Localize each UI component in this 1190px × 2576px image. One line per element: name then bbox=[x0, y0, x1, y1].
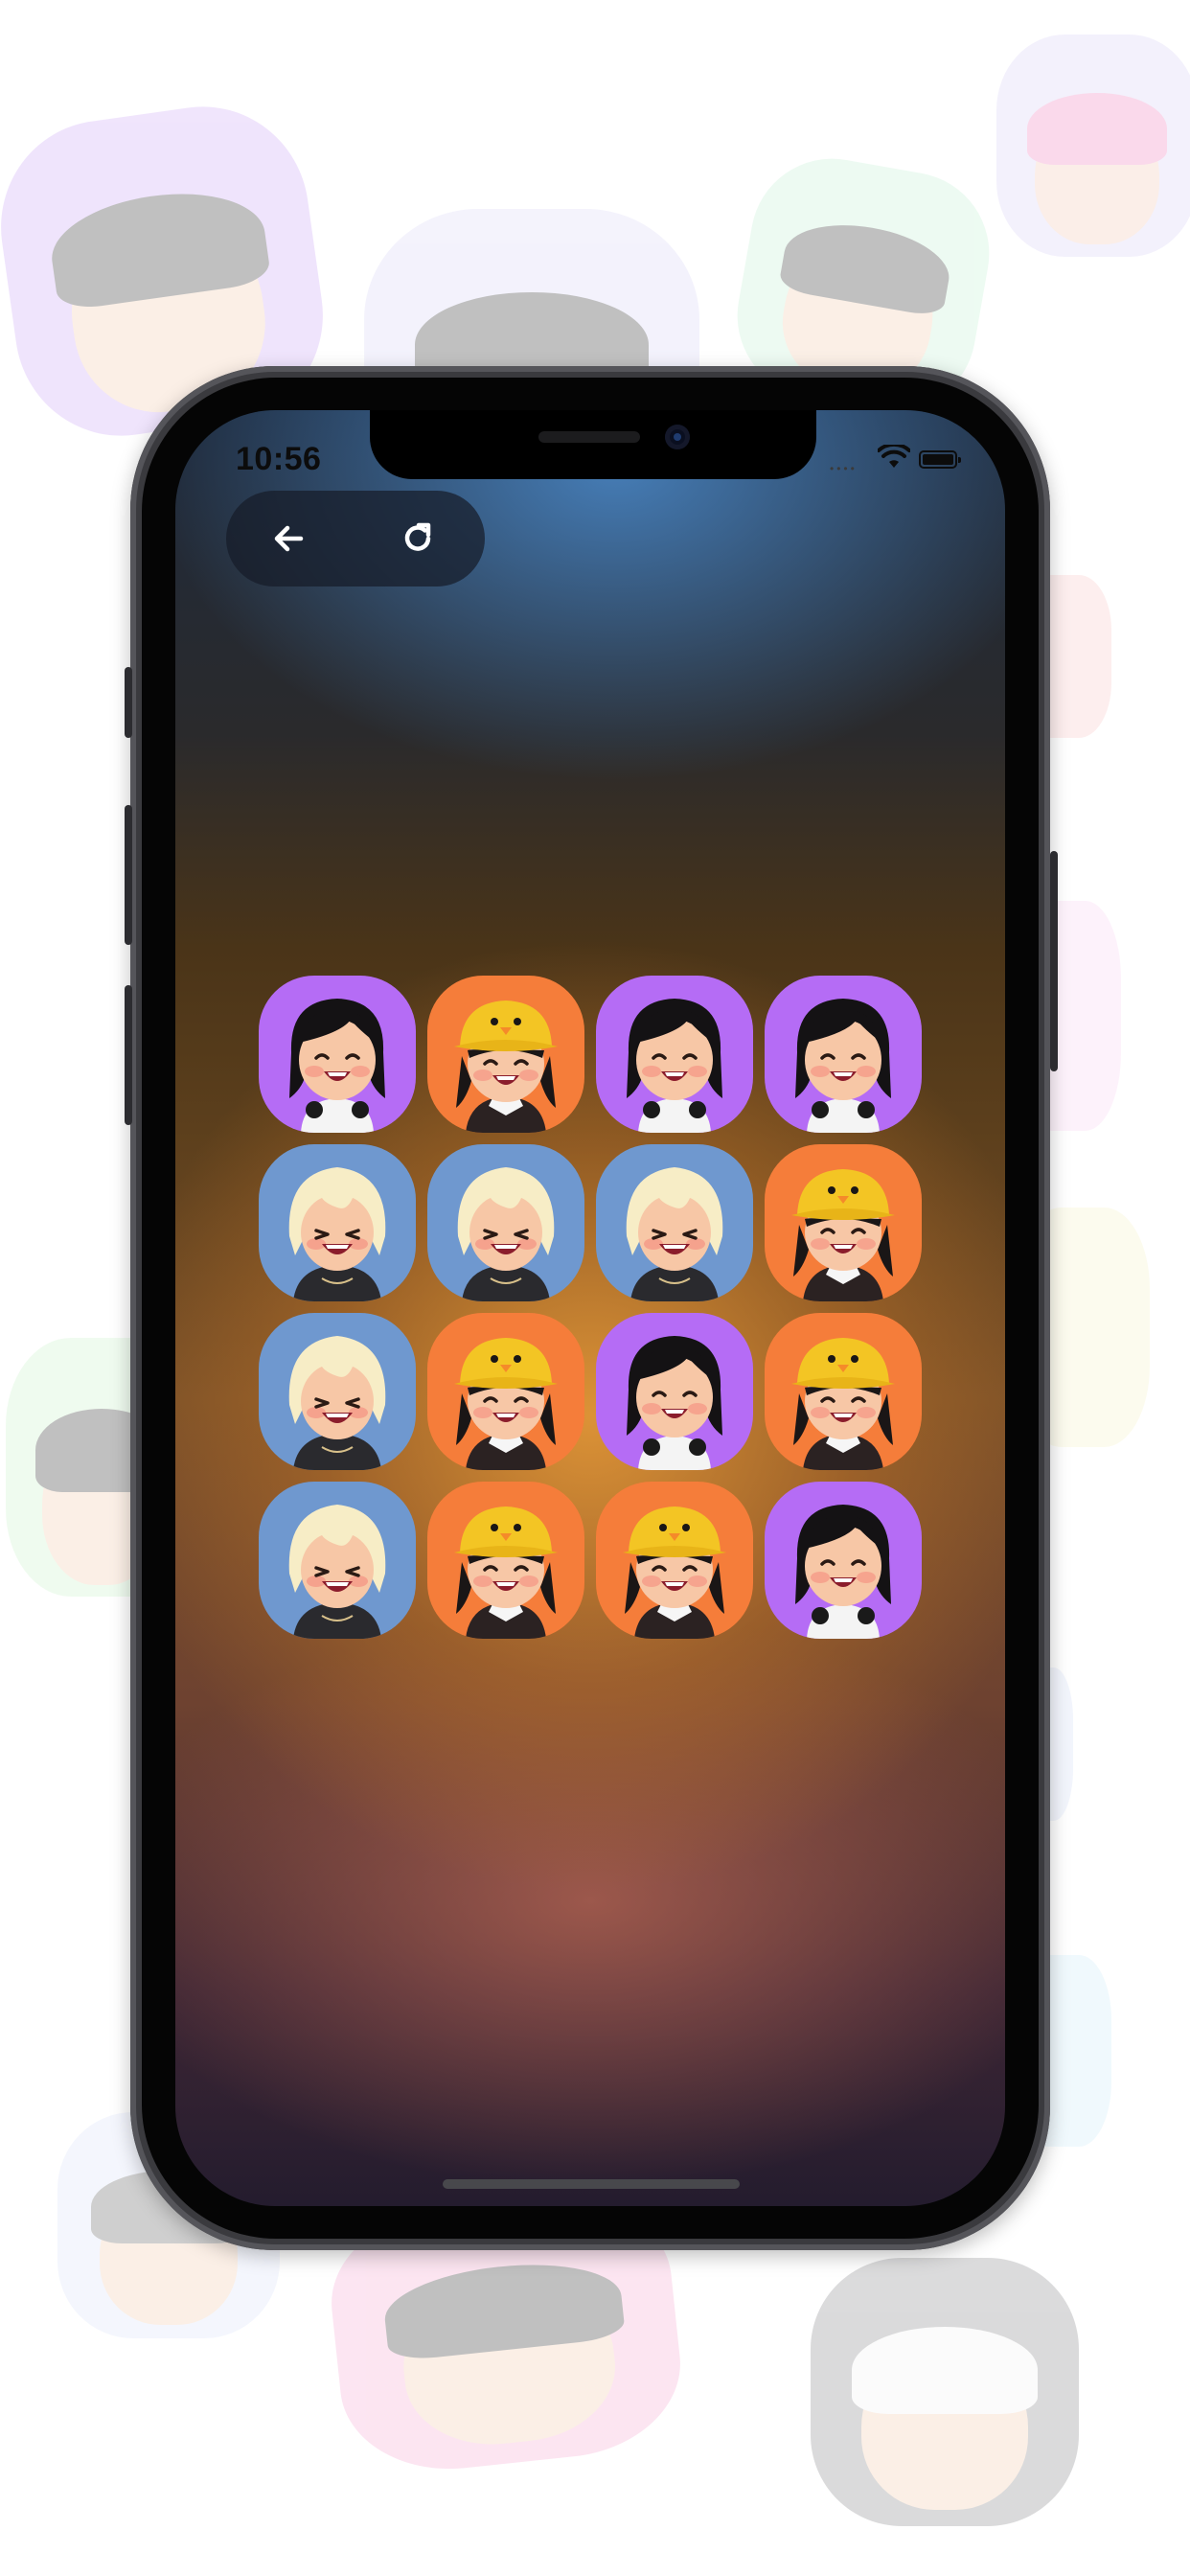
card-orange-duck-hat-r3c4[interactable] bbox=[765, 1313, 922, 1470]
purple-girl-avatar-icon bbox=[795, 999, 891, 1133]
notch bbox=[370, 410, 816, 479]
card-purple-girl-r1c3[interactable] bbox=[596, 976, 753, 1133]
bg-avatar-4 bbox=[996, 34, 1190, 257]
home-indicator[interactable] bbox=[443, 2179, 740, 2189]
cellular-dots-icon: •••• bbox=[830, 462, 858, 475]
card-blue-blond-r2c3[interactable] bbox=[596, 1144, 753, 1301]
memory-card-grid bbox=[259, 976, 922, 1639]
power-button bbox=[1050, 851, 1058, 1071]
silent-switch bbox=[125, 667, 132, 738]
blue-blond-avatar-icon bbox=[288, 1336, 386, 1470]
status-time: 10:56 bbox=[236, 441, 322, 477]
card-orange-duck-hat-r1c2[interactable] bbox=[427, 976, 584, 1133]
purple-girl-avatar-icon bbox=[627, 1336, 722, 1470]
card-purple-girl-r1c1[interactable] bbox=[259, 976, 416, 1133]
wifi-icon bbox=[877, 442, 911, 474]
blue-blond-avatar-icon bbox=[457, 1167, 555, 1301]
purple-girl-avatar-icon bbox=[795, 1505, 891, 1639]
card-blue-blond-r2c2[interactable] bbox=[427, 1144, 584, 1301]
purple-girl-avatar-icon bbox=[289, 999, 385, 1133]
blue-blond-avatar-icon bbox=[288, 1167, 386, 1301]
arrow-left-icon bbox=[274, 525, 304, 552]
speaker-grille bbox=[538, 431, 640, 443]
orange-duck-hat-avatar-icon bbox=[454, 1000, 558, 1133]
battery-icon bbox=[919, 450, 961, 469]
card-orange-duck-hat-r2c4[interactable] bbox=[765, 1144, 922, 1301]
front-camera bbox=[665, 425, 690, 449]
orange-duck-hat-avatar-icon bbox=[454, 1338, 558, 1470]
card-blue-blond-r4c1[interactable] bbox=[259, 1482, 416, 1639]
card-purple-girl-r1c4[interactable] bbox=[765, 976, 922, 1133]
orange-duck-hat-avatar-icon bbox=[454, 1506, 558, 1639]
volume-down-button bbox=[125, 985, 132, 1125]
card-orange-duck-hat-r4c3[interactable] bbox=[596, 1482, 753, 1639]
card-purple-girl-r3c3[interactable] bbox=[596, 1313, 753, 1470]
refresh-icon bbox=[404, 522, 431, 551]
blue-blond-avatar-icon bbox=[288, 1505, 386, 1639]
bg-avatar-13 bbox=[811, 2258, 1079, 2526]
card-blue-blond-r2c1[interactable] bbox=[259, 1144, 416, 1301]
card-purple-girl-r4c4[interactable] bbox=[765, 1482, 922, 1639]
orange-duck-hat-avatar-icon bbox=[791, 1169, 895, 1301]
restart-button[interactable] bbox=[389, 510, 446, 567]
orange-duck-hat-avatar-icon bbox=[623, 1506, 726, 1639]
volume-up-button bbox=[125, 805, 132, 945]
game-toolbar bbox=[226, 491, 485, 586]
card-orange-duck-hat-r4c2[interactable] bbox=[427, 1482, 584, 1639]
blue-blond-avatar-icon bbox=[626, 1167, 723, 1301]
back-button[interactable] bbox=[261, 510, 318, 567]
card-orange-duck-hat-r3c2[interactable] bbox=[427, 1313, 584, 1470]
card-blue-blond-r3c1[interactable] bbox=[259, 1313, 416, 1470]
purple-girl-avatar-icon bbox=[627, 999, 722, 1133]
orange-duck-hat-avatar-icon bbox=[791, 1338, 895, 1470]
